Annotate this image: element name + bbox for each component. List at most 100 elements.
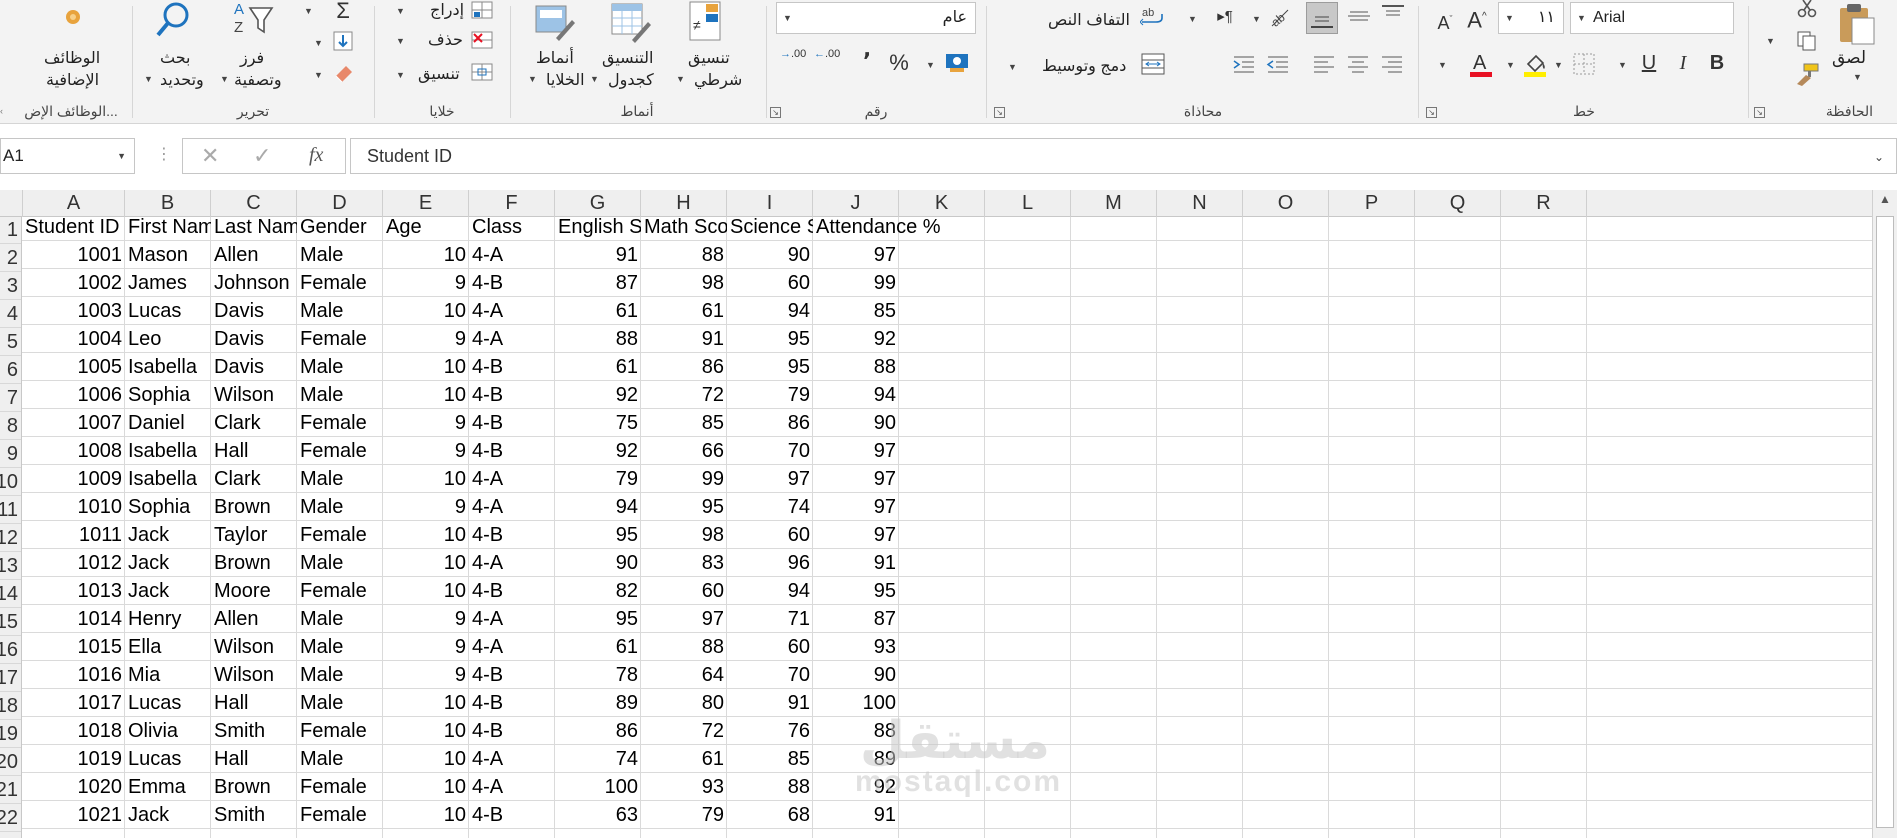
format-painter-icon[interactable] — [1794, 62, 1820, 86]
cell-B17[interactable]: Mia — [125, 661, 211, 689]
cell-H19[interactable]: 72 — [641, 717, 727, 745]
cell-B11[interactable]: Sophia — [125, 493, 211, 521]
cell-J5[interactable]: 92 — [813, 325, 899, 353]
cell-I13[interactable]: 96 — [727, 549, 813, 577]
cell-E6[interactable]: 10 — [383, 353, 469, 381]
cell-I17[interactable]: 70 — [727, 661, 813, 689]
cell-C14[interactable]: Moore — [211, 577, 297, 605]
format-as-table-button[interactable]: التنسيق — [602, 48, 653, 68]
column-header-I[interactable]: I — [727, 190, 813, 217]
cell-B16[interactable]: Ella — [125, 633, 211, 661]
cell-B2[interactable]: Mason — [125, 241, 211, 269]
clipboard-expand-icon[interactable]: ▼ — [1766, 36, 1775, 46]
cell-E20[interactable]: 10 — [383, 745, 469, 773]
alignment-launcher-icon[interactable]: ↘ — [994, 107, 1005, 118]
cell-B18[interactable]: Lucas — [125, 689, 211, 717]
cell-H6[interactable]: 86 — [641, 353, 727, 381]
text-direction-button[interactable]: ▸¶ — [1212, 4, 1238, 30]
cell-D22[interactable]: Female — [297, 801, 383, 829]
cut-icon[interactable] — [1796, 0, 1818, 18]
cell-H9[interactable]: 66 — [641, 437, 727, 465]
cell-E1[interactable]: Age — [383, 217, 469, 241]
percent-style-button[interactable]: % — [886, 50, 912, 76]
cell-B14[interactable]: Jack — [125, 577, 211, 605]
cell-C21[interactable]: Brown — [211, 773, 297, 801]
vertical-scrollbar[interactable]: ▲ — [1872, 190, 1897, 838]
cell-I14[interactable]: 94 — [727, 577, 813, 605]
cell-E7[interactable]: 10 — [383, 381, 469, 409]
orientation-dropdown-icon[interactable]: ▼ — [1252, 14, 1261, 24]
cell-E15[interactable]: 9 — [383, 605, 469, 633]
cell-G11[interactable]: 94 — [555, 493, 641, 521]
scroll-up-icon[interactable]: ▲ — [1879, 192, 1891, 206]
find-select-dropdown-icon[interactable]: ▼ — [144, 74, 153, 84]
cell-J21[interactable]: 92 — [813, 773, 899, 801]
cell-D18[interactable]: Male — [297, 689, 383, 717]
cell-E3[interactable]: 9 — [383, 269, 469, 297]
cell-E9[interactable]: 9 — [383, 437, 469, 465]
cell-J6[interactable]: 88 — [813, 353, 899, 381]
cell-D3[interactable]: Female — [297, 269, 383, 297]
row-header-9[interactable]: 9 — [0, 440, 21, 468]
cell-G21[interactable]: 100 — [555, 773, 641, 801]
increase-decimal-button[interactable]: →.00 — [780, 48, 806, 74]
insert-cells-icon[interactable] — [470, 0, 494, 20]
sort-filter-dropdown-icon[interactable]: ▼ — [220, 74, 229, 84]
cell-F2[interactable]: 4-A — [469, 241, 555, 269]
cell-J11[interactable]: 97 — [813, 493, 899, 521]
clipboard-launcher-icon[interactable]: ↘ — [1754, 107, 1765, 118]
cell-J3[interactable]: 99 — [813, 269, 899, 297]
cell-G7[interactable]: 92 — [555, 381, 641, 409]
row-header-16[interactable]: 16 — [0, 636, 21, 664]
row-header-7[interactable]: 7 — [0, 384, 21, 412]
cell-F3[interactable]: 4-B — [469, 269, 555, 297]
cell-E2[interactable]: 10 — [383, 241, 469, 269]
cell-F12[interactable]: 4-B — [469, 521, 555, 549]
insert-cells-button[interactable]: إدراج — [430, 0, 464, 20]
cell-F20[interactable]: 4-A — [469, 745, 555, 773]
cell-I19[interactable]: 76 — [727, 717, 813, 745]
cell-F6[interactable]: 4-B — [469, 353, 555, 381]
cell-I4[interactable]: 94 — [727, 297, 813, 325]
increase-font-size-button[interactable]: A^ — [1464, 4, 1490, 32]
cell-I21[interactable]: 88 — [727, 773, 813, 801]
row-header-1[interactable]: 1 — [0, 217, 21, 244]
delete-cells-button[interactable]: حذف — [428, 30, 463, 50]
accounting-dropdown-icon[interactable]: ▼ — [926, 60, 935, 70]
cell-B7[interactable]: Sophia — [125, 381, 211, 409]
paste-icon[interactable] — [1834, 2, 1878, 46]
cell-G20[interactable]: 74 — [555, 745, 641, 773]
row-header-12[interactable]: 12 — [0, 524, 21, 552]
format-as-table-icon[interactable] — [608, 0, 652, 44]
column-header-E[interactable]: E — [383, 190, 469, 217]
cell-J15[interactable]: 87 — [813, 605, 899, 633]
cell-C19[interactable]: Smith — [211, 717, 297, 745]
cell-G22[interactable]: 63 — [555, 801, 641, 829]
cell-A19[interactable]: 1018 — [22, 717, 125, 745]
cell-H15[interactable]: 97 — [641, 605, 727, 633]
cell-D14[interactable]: Female — [297, 577, 383, 605]
cell-I8[interactable]: 86 — [727, 409, 813, 437]
merge-center-button[interactable]: دمج وتوسيط — [1042, 56, 1126, 76]
cell-A21[interactable]: 1020 — [22, 773, 125, 801]
cell-B15[interactable]: Henry — [125, 605, 211, 633]
align-left-icon[interactable] — [1312, 54, 1336, 74]
sort-filter-button[interactable]: فرز — [240, 48, 264, 68]
find-select-icon[interactable] — [154, 0, 194, 40]
addins-icon[interactable] — [58, 4, 88, 34]
cell-C10[interactable]: Clark — [211, 465, 297, 493]
format-cells-icon[interactable] — [470, 62, 494, 82]
merge-center-dropdown-icon[interactable]: ▼ — [1008, 62, 1017, 72]
cell-B19[interactable]: Olivia — [125, 717, 211, 745]
cell-J20[interactable]: 89 — [813, 745, 899, 773]
cell-C22[interactable]: Smith — [211, 801, 297, 829]
column-header-D[interactable]: D — [297, 190, 383, 217]
text-direction-dropdown-icon[interactable]: ▼ — [1188, 14, 1197, 24]
cell-C13[interactable]: Brown — [211, 549, 297, 577]
cell-D8[interactable]: Female — [297, 409, 383, 437]
accounting-format-icon[interactable] — [944, 50, 970, 74]
cell-D15[interactable]: Male — [297, 605, 383, 633]
cell-B5[interactable]: Leo — [125, 325, 211, 353]
align-right-icon[interactable] — [1380, 54, 1404, 74]
italic-button[interactable]: I — [1670, 50, 1696, 76]
